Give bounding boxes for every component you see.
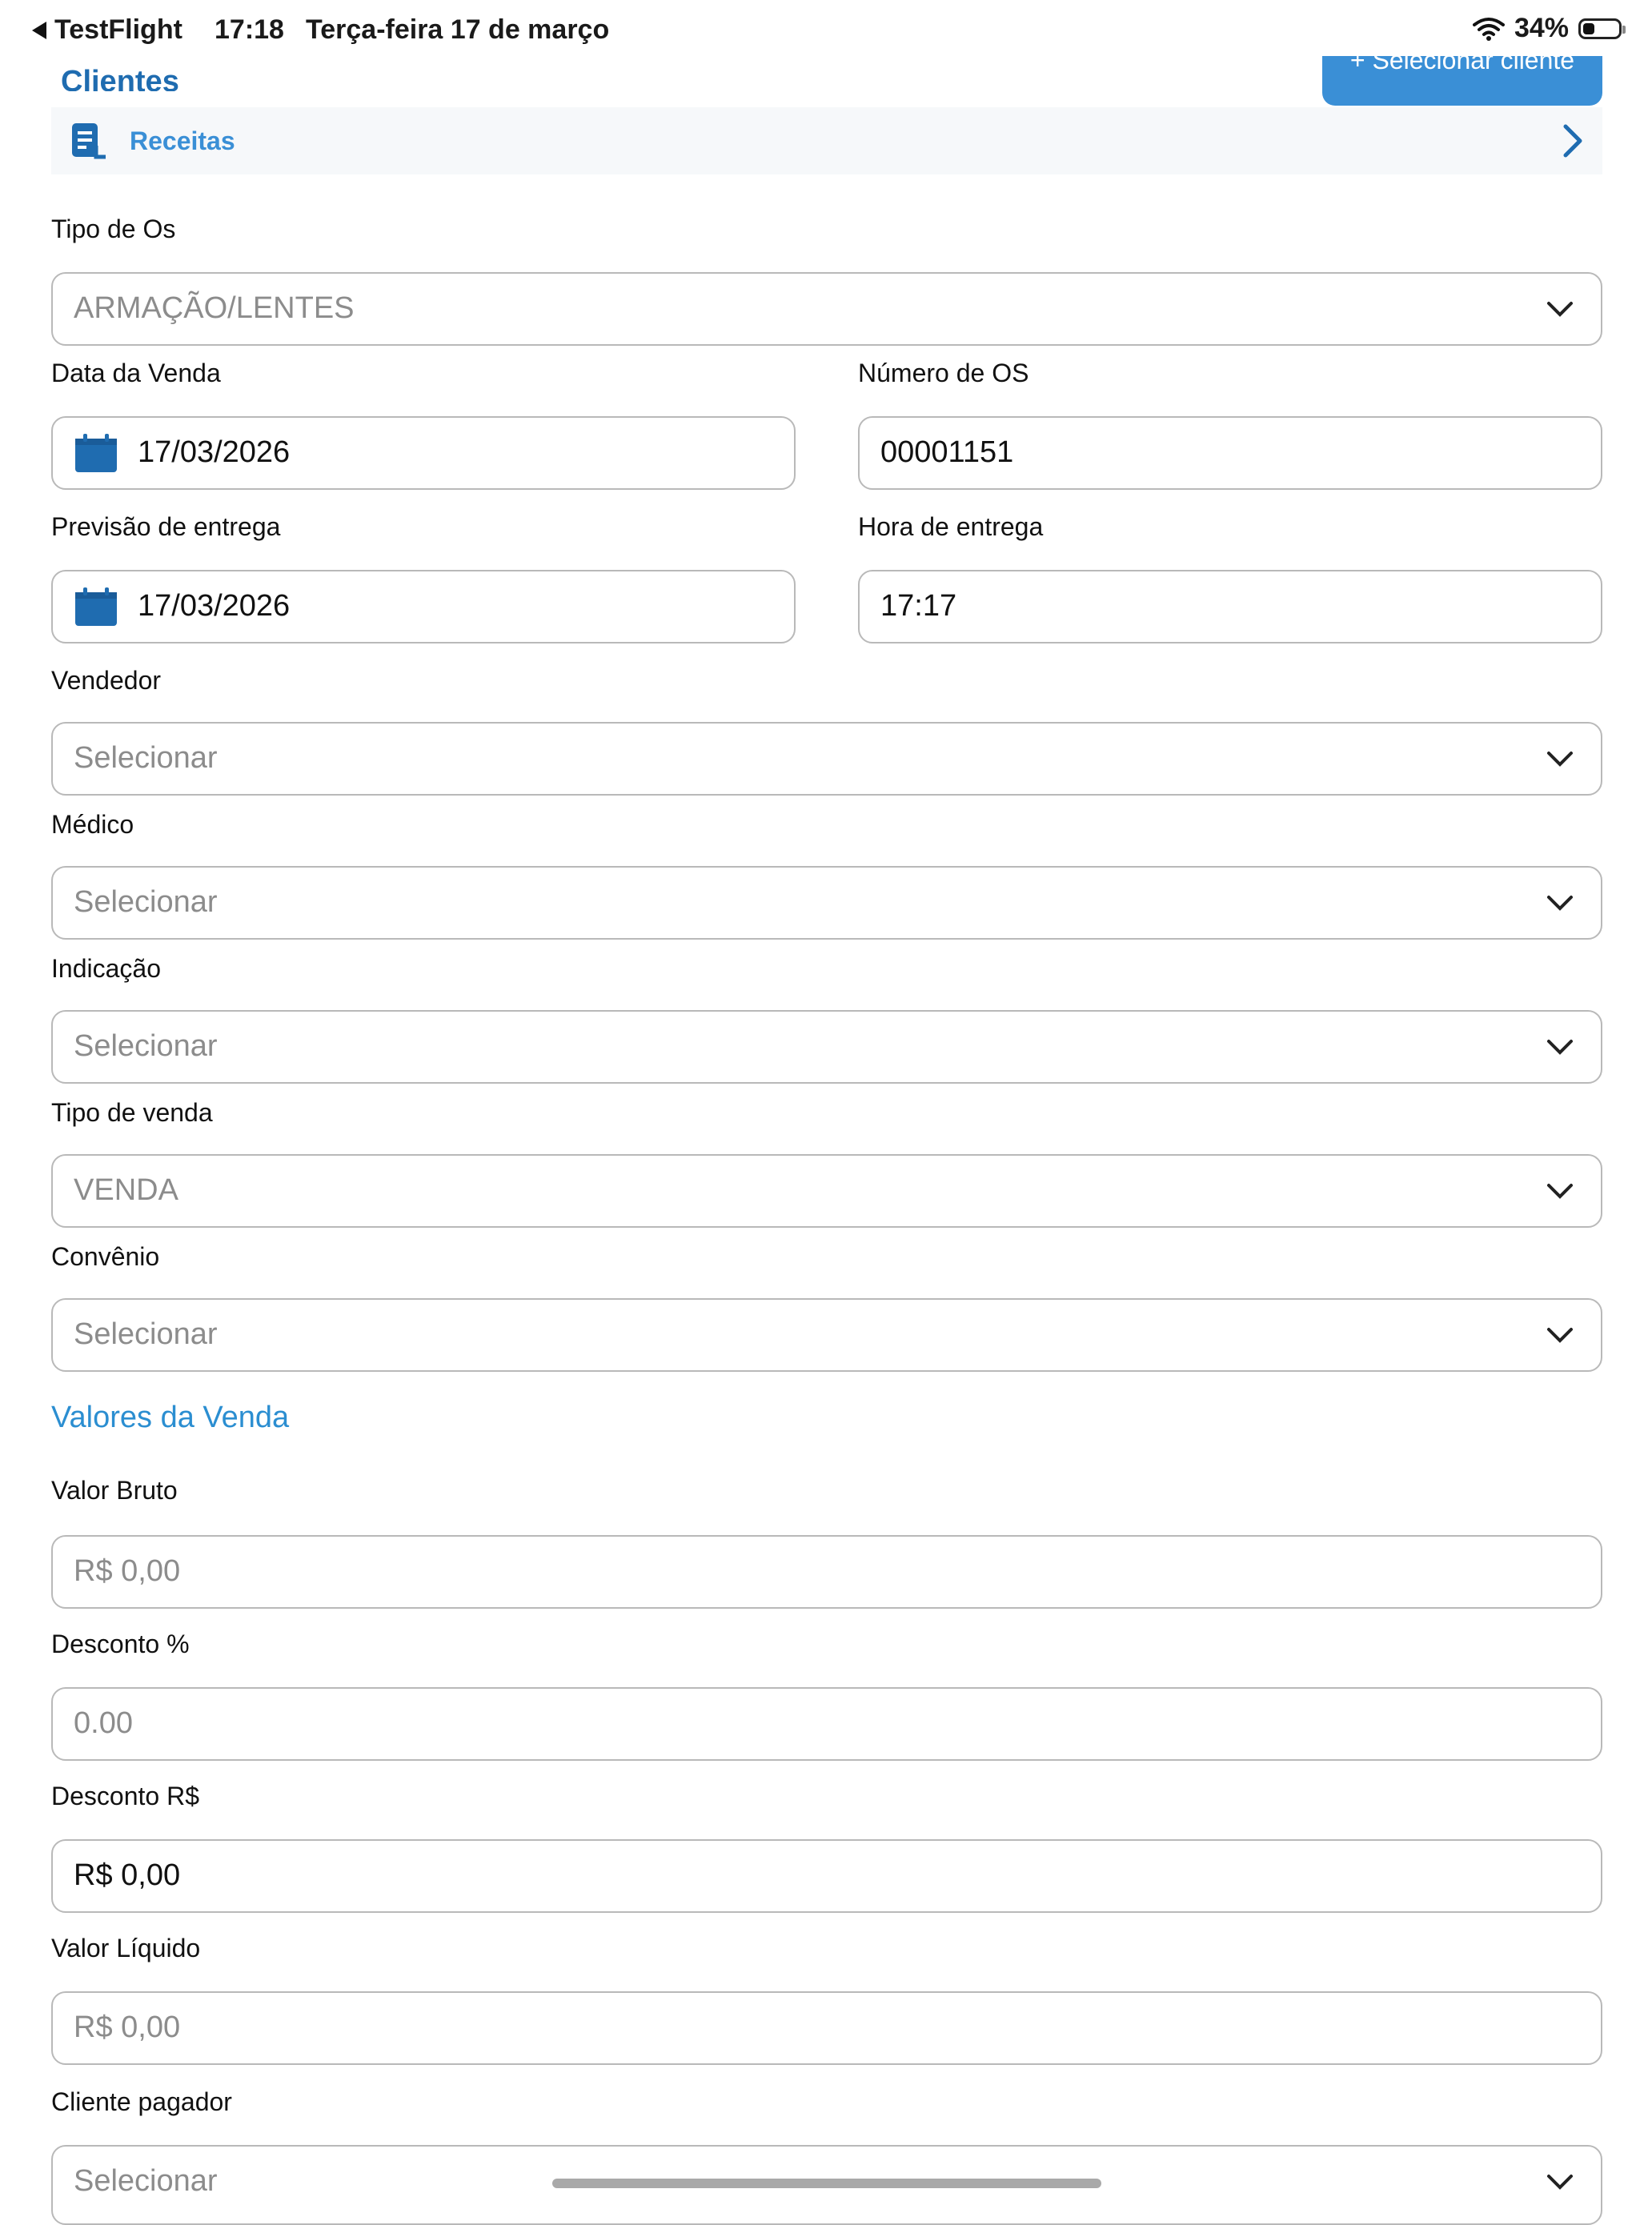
desconto-rs-value: R$ 0,00 [74, 1858, 181, 1892]
valor-bruto-field[interactable]: R$ 0,00 [51, 1535, 1602, 1609]
label-convenio: Convênio [51, 1242, 160, 1271]
calendar-icon [75, 587, 117, 626]
label-vendedor: Vendedor [51, 666, 162, 695]
medico-select[interactable]: Selecionar [51, 866, 1602, 940]
select-client-label: + Selecionar cliente [1349, 56, 1575, 74]
label-indicacao: Indicação [51, 954, 161, 983]
label-medico: Médico [51, 810, 134, 839]
previsao-entrega-value: 17/03/2026 [138, 589, 291, 623]
valor-liquido-value: R$ 0,00 [74, 2011, 181, 2044]
vendedor-select[interactable]: Selecionar [51, 722, 1602, 796]
battery-icon [1578, 18, 1626, 39]
back-app-label: TestFlight [54, 14, 182, 45]
label-tipo-os: Tipo de Os [51, 214, 176, 243]
label-desconto-pct: Desconto % [51, 1630, 190, 1658]
document-icon [72, 123, 106, 159]
hora-entrega-field[interactable]: 17:17 [858, 570, 1602, 643]
chevron-down-icon [1547, 2175, 1573, 2190]
chevron-down-icon [1547, 896, 1573, 911]
battery-fill [1583, 22, 1594, 34]
indicacao-placeholder: Selecionar [74, 1029, 218, 1063]
chevron-down-icon [1547, 1040, 1573, 1055]
desconto-pct-field[interactable]: 0.00 [51, 1687, 1602, 1761]
select-client-button[interactable]: + Selecionar cliente [1322, 56, 1602, 106]
desconto-pct-value: 0.00 [74, 1706, 133, 1740]
label-desconto-rs: Desconto R$ [51, 1782, 199, 1810]
label-data-venda: Data da Venda [51, 359, 221, 387]
chevron-down-icon [1547, 1184, 1573, 1199]
tipo-os-value: ARMAÇÃO/LENTES [74, 291, 355, 325]
label-previsao-entrega: Previsão de entrega [51, 512, 281, 541]
back-arrow-icon [32, 21, 46, 39]
vendedor-placeholder: Selecionar [74, 741, 218, 775]
label-cliente-pagador: Cliente pagador [51, 2087, 232, 2116]
battery-percent: 34% [1514, 13, 1569, 43]
convenio-placeholder: Selecionar [74, 1317, 218, 1351]
section-title-valores: Valores da Venda [51, 1401, 290, 1434]
status-date: Terça-feira 17 de março [306, 14, 610, 45]
chevron-down-icon [1547, 1328, 1573, 1343]
convenio-select[interactable]: Selecionar [51, 1298, 1602, 1372]
tipo-os-select[interactable]: ARMAÇÃO/LENTES [51, 272, 1602, 346]
chevron-down-icon [1547, 302, 1573, 317]
receitas-label: Receitas [130, 126, 235, 155]
status-right: 34% [1472, 13, 1626, 44]
previsao-entrega-field[interactable]: 17/03/2026 [51, 570, 796, 643]
label-valor-bruto: Valor Bruto [51, 1476, 178, 1505]
receitas-row[interactable]: Receitas [51, 107, 1602, 174]
section-title-clientes: Clientes [61, 65, 179, 91]
label-numero-os: Número de OS [858, 359, 1029, 387]
tipo-venda-value: VENDA [74, 1173, 178, 1207]
medico-placeholder: Selecionar [74, 885, 218, 919]
label-valor-liquido: Valor Líquido [51, 1934, 201, 1962]
cliente-pagador-placeholder: Selecionar [74, 2164, 218, 2198]
back-to-app-link[interactable]: TestFlight [32, 14, 182, 46]
data-venda-value: 17/03/2026 [138, 435, 291, 469]
status-time: 17:18 [215, 14, 284, 45]
valor-bruto-value: R$ 0,00 [74, 1554, 181, 1588]
numero-os-field[interactable]: 00001151 [858, 416, 1602, 490]
indicacao-select[interactable]: Selecionar [51, 1010, 1602, 1084]
label-hora-entrega: Hora de entrega [858, 512, 1044, 541]
data-venda-field[interactable]: 17/03/2026 [51, 416, 796, 490]
calendar-icon [75, 434, 117, 472]
home-indicator[interactable] [552, 2179, 1101, 2188]
desconto-rs-field[interactable]: R$ 0,00 [51, 1839, 1602, 1913]
chevron-down-icon [1547, 752, 1573, 767]
chevron-right-icon [1563, 124, 1582, 158]
status-bar: TestFlight 17:18 Terça-feira 17 de março… [0, 0, 1652, 61]
hora-entrega-value: 17:17 [880, 589, 957, 623]
numero-os-value: 00001151 [880, 435, 1014, 469]
tipo-venda-select[interactable]: VENDA [51, 1154, 1602, 1228]
valor-liquido-field[interactable]: R$ 0,00 [51, 1991, 1602, 2065]
label-tipo-venda: Tipo de venda [51, 1098, 213, 1127]
wifi-icon [1472, 17, 1505, 41]
